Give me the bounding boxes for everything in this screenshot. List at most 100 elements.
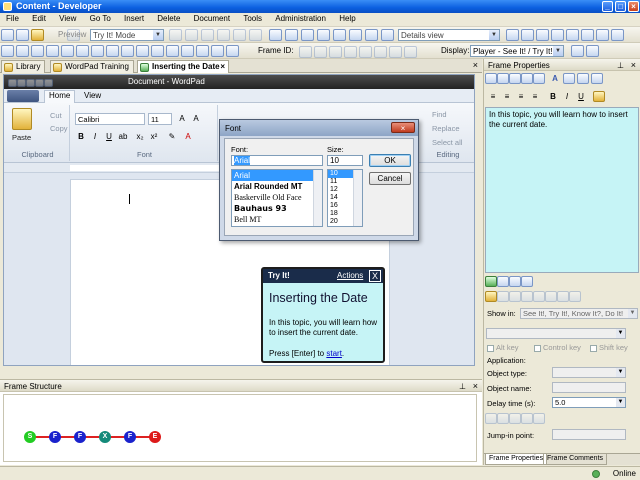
cut-icon[interactable] [485, 73, 497, 84]
link-icon[interactable] [577, 73, 589, 84]
font-option[interactable]: Bauhaus 93 [232, 203, 322, 214]
justify-icon[interactable]: ≡ [529, 91, 541, 103]
frame-icon[interactable] [91, 45, 104, 57]
paste-icon[interactable] [509, 291, 521, 302]
jump-in-point-input[interactable] [552, 429, 626, 440]
shrink-font-icon[interactable]: A [190, 113, 202, 125]
maximize-button[interactable]: □ [615, 1, 626, 12]
sound-icon[interactable] [533, 413, 545, 424]
prev-frame-icon[interactable] [314, 46, 327, 58]
table-icon[interactable] [591, 73, 603, 84]
checkout-icon[interactable] [365, 29, 378, 41]
paste-icon[interactable] [509, 73, 521, 84]
replace-button[interactable]: Replace [432, 124, 460, 133]
copy-icon[interactable] [185, 29, 198, 41]
size-list[interactable]: 10 11 12 14 16 18 20 [327, 169, 363, 227]
start-link[interactable]: start [326, 349, 342, 358]
actions-link[interactable]: Actions [337, 271, 363, 280]
fullscreen-icon[interactable] [404, 46, 417, 58]
font-list[interactable]: Arial Arial Rounded MT Baskerville Old F… [231, 169, 323, 227]
menu-goto[interactable]: Go To [84, 13, 116, 23]
align-center-icon[interactable]: ≡ [501, 91, 513, 103]
spell-icon[interactable] [563, 73, 575, 84]
font-option[interactable]: Arial [232, 170, 322, 181]
copy-button[interactable]: Copy [50, 124, 68, 133]
layout-icon[interactable] [596, 29, 609, 41]
arrow-icon[interactable] [1, 45, 14, 57]
delete-icon[interactable] [521, 291, 533, 302]
layout-icon[interactable] [581, 29, 594, 41]
first-frame-icon[interactable] [299, 46, 312, 58]
spell-icon[interactable] [317, 29, 330, 41]
style-icon[interactable] [593, 91, 605, 102]
undo-icon[interactable] [521, 73, 533, 84]
menu-edit[interactable]: Edit [26, 13, 51, 23]
cut-button[interactable]: Cut [50, 111, 62, 120]
zoom-icon[interactable] [16, 45, 29, 57]
undo-icon[interactable] [233, 29, 246, 41]
menu-help[interactable]: Help [333, 13, 360, 23]
control-key-checkbox[interactable]: Control key [534, 343, 581, 352]
key-select[interactable]: ▼ [486, 328, 626, 339]
frame-icon[interactable] [497, 276, 509, 287]
frame-node[interactable]: F [49, 431, 61, 443]
menu-view[interactable]: View [53, 13, 81, 23]
italic-icon[interactable]: I [89, 131, 101, 143]
copy-icon[interactable] [497, 73, 509, 84]
align-left-icon[interactable]: ≡ [487, 91, 499, 103]
minimize-button[interactable]: _ [602, 1, 613, 12]
layout-icon[interactable] [611, 29, 624, 41]
redo-icon[interactable] [533, 73, 545, 84]
grid-icon[interactable] [181, 45, 194, 57]
bold-icon[interactable]: B [547, 91, 559, 103]
select-all-button[interactable]: Select all [432, 138, 462, 147]
alt-key-checkbox[interactable]: Alt key [487, 343, 519, 352]
move-icon[interactable] [533, 291, 545, 302]
highlight-icon[interactable]: ✎ [166, 131, 178, 143]
frame-node-start[interactable]: S [24, 431, 36, 443]
image-icon[interactable] [509, 276, 521, 287]
ok-button[interactable]: OK [369, 154, 411, 167]
publish-icon[interactable] [301, 29, 314, 41]
subscript-icon[interactable]: x₂ [134, 131, 146, 143]
object-type-select[interactable]: ▼ [552, 367, 626, 378]
superscript-icon[interactable]: x² [148, 131, 160, 143]
ribbon-tab-home[interactable]: Home [44, 90, 76, 103]
cancel-button[interactable]: Cancel [369, 172, 411, 185]
sound-icon[interactable] [166, 45, 179, 57]
ribbon-tab-view[interactable]: View [80, 91, 105, 100]
layout-icon[interactable] [506, 29, 519, 41]
close-icon[interactable]: × [220, 62, 225, 71]
tab-wordpad-training[interactable]: WordPad Training [50, 60, 134, 73]
font-size-combo[interactable]: 11 [148, 113, 172, 125]
bubble-icon[interactable] [31, 45, 44, 57]
cut-icon[interactable] [169, 29, 182, 41]
close-icon[interactable]: × [473, 60, 478, 70]
display-select[interactable]: Player - See It! / Try It! ▼ [470, 45, 564, 57]
text-icon[interactable] [61, 45, 74, 57]
object-name-input[interactable] [552, 382, 626, 393]
bold-icon[interactable]: B [75, 131, 87, 143]
refresh-icon[interactable] [381, 29, 394, 41]
layout-icon[interactable] [536, 29, 549, 41]
tab-frame-properties[interactable]: Frame Properties [485, 454, 548, 465]
align-right-icon[interactable]: ≡ [515, 91, 527, 103]
close-button[interactable]: × [628, 1, 639, 12]
stop-icon[interactable] [374, 46, 387, 58]
preview-icon[interactable] [226, 45, 239, 57]
shift-key-checkbox[interactable]: Shift key [590, 343, 628, 352]
distribute-icon[interactable] [211, 45, 224, 57]
frame-structure-canvas[interactable]: S F F X F E [3, 394, 477, 462]
bubble-icon[interactable] [485, 413, 497, 424]
action-icon[interactable] [46, 45, 59, 57]
strikethrough-icon[interactable]: ab [117, 131, 129, 143]
menu-tools[interactable]: Tools [237, 13, 267, 23]
menu-document[interactable]: Document [188, 13, 235, 23]
close-icon[interactable]: × [631, 60, 636, 70]
rectangle-icon[interactable] [497, 413, 509, 424]
show-in-select[interactable]: See It!, Try It!, Know It?, Do It! ▼ [520, 308, 638, 319]
find-icon[interactable] [269, 29, 282, 41]
tab-inserting-the-date[interactable]: Inserting the Date × [137, 60, 229, 73]
delete-icon[interactable] [217, 29, 230, 41]
tab-frame-comments[interactable]: Frame Comments [543, 454, 608, 465]
